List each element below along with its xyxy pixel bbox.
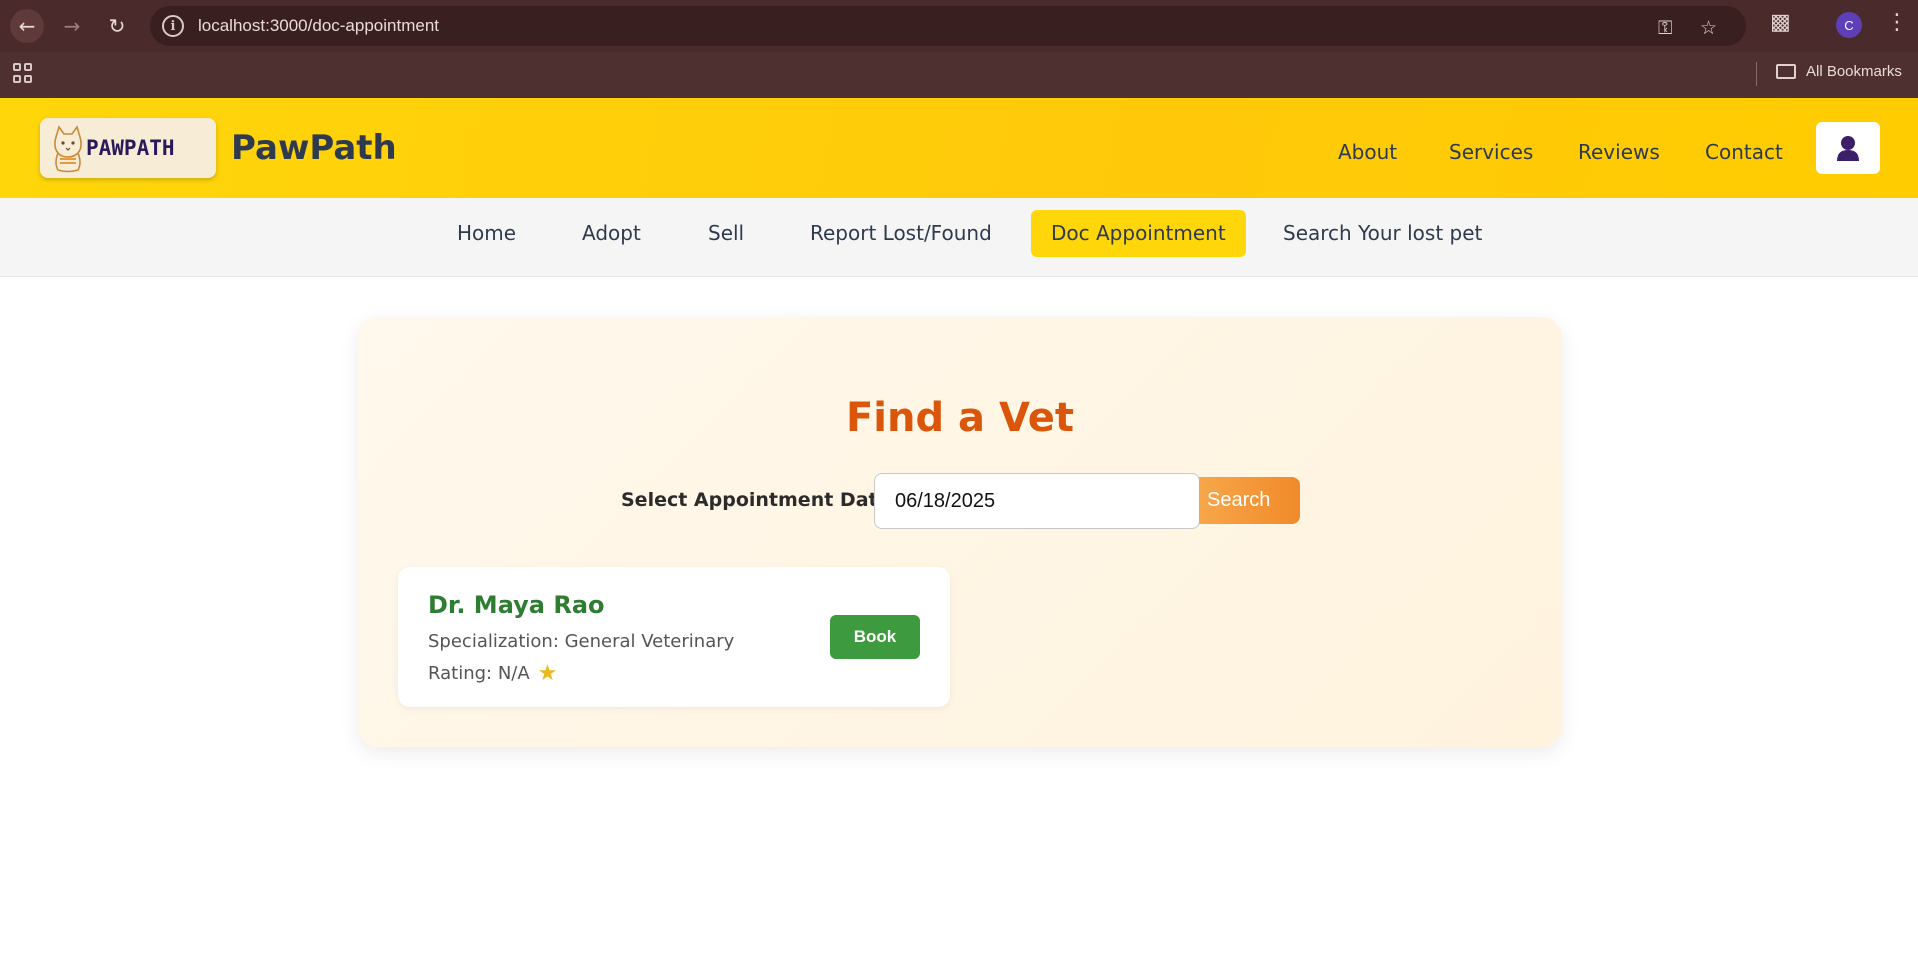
search-button[interactable]: Search — [1199, 477, 1300, 524]
nav-item-adopt[interactable]: Adopt — [562, 210, 661, 257]
vet-specialization: Specialization: General Veterinary — [428, 631, 735, 652]
nav-item-sell[interactable]: Sell — [688, 210, 764, 257]
appointment-date-input[interactable] — [874, 473, 1200, 529]
all-bookmarks-label: All Bookmarks — [1806, 63, 1902, 80]
vet-rating: Rating: N/A ★ — [428, 661, 557, 686]
address-bar[interactable]: i localhost:3000/doc-appointment ⚿ ☆ — [150, 6, 1746, 46]
folder-icon — [1776, 64, 1796, 79]
user-icon — [1837, 136, 1859, 161]
all-bookmarks-button[interactable]: All Bookmarks — [1776, 63, 1902, 80]
forward-arrow-icon[interactable]: → — [55, 9, 89, 43]
site-info-icon[interactable]: i — [162, 15, 184, 37]
header-link-services[interactable]: Services — [1449, 140, 1533, 164]
extensions-icon[interactable]: ▩ — [1770, 10, 1791, 35]
password-key-icon[interactable]: ⚿ — [1658, 17, 1672, 39]
nav-item-home[interactable]: Home — [437, 210, 536, 257]
back-arrow-icon[interactable]: ← — [10, 9, 44, 43]
book-button[interactable]: Book — [830, 615, 920, 659]
bookmark-star-icon[interactable]: ☆ — [1700, 17, 1717, 39]
header-link-contact[interactable]: Contact — [1705, 140, 1783, 164]
vet-name: Dr. Maya Rao — [428, 591, 605, 619]
site-header: PAWPATH PawPath About Services Reviews C… — [0, 98, 1918, 198]
header-link-about[interactable]: About — [1338, 140, 1397, 164]
nav-item-doc-appointment[interactable]: Doc Appointment — [1031, 210, 1246, 257]
main-nav: Home Adopt Sell Report Lost/Found Doc Ap… — [0, 198, 1918, 277]
nav-item-report-lost-found[interactable]: Report Lost/Found — [790, 210, 1012, 257]
menu-dots-icon[interactable]: ⋮ — [1886, 10, 1908, 35]
header-link-reviews[interactable]: Reviews — [1578, 140, 1660, 164]
find-vet-card: Find a Vet Select Appointment Date: Sear… — [358, 317, 1562, 747]
bookmarks-bar: All Bookmarks — [0, 52, 1918, 98]
cat-logo-icon — [54, 125, 82, 173]
url-text[interactable]: localhost:3000/doc-appointment — [198, 16, 439, 36]
vet-rating-text: Rating: N/A — [428, 663, 530, 684]
date-label: Select Appointment Date: — [621, 489, 899, 511]
user-profile-button[interactable] — [1816, 122, 1880, 174]
vet-card: Dr. Maya Rao Specialization: General Vet… — [398, 567, 950, 707]
star-icon: ★ — [537, 661, 558, 686]
site-logo[interactable]: PAWPATH — [40, 118, 216, 178]
bookmarks-divider — [1756, 62, 1757, 86]
logo-wordmark: PAWPATH — [86, 136, 175, 160]
profile-avatar[interactable]: C — [1836, 12, 1862, 38]
nav-item-search-lost-pet[interactable]: Search Your lost pet — [1263, 210, 1502, 257]
apps-grid-icon[interactable] — [13, 63, 33, 83]
site-title[interactable]: PawPath — [231, 128, 397, 168]
page-title: Find a Vet — [845, 395, 1074, 441]
reload-icon[interactable]: ↻ — [100, 9, 134, 43]
browser-toolbar: ← → ↻ i localhost:3000/doc-appointment ⚿… — [0, 0, 1918, 52]
